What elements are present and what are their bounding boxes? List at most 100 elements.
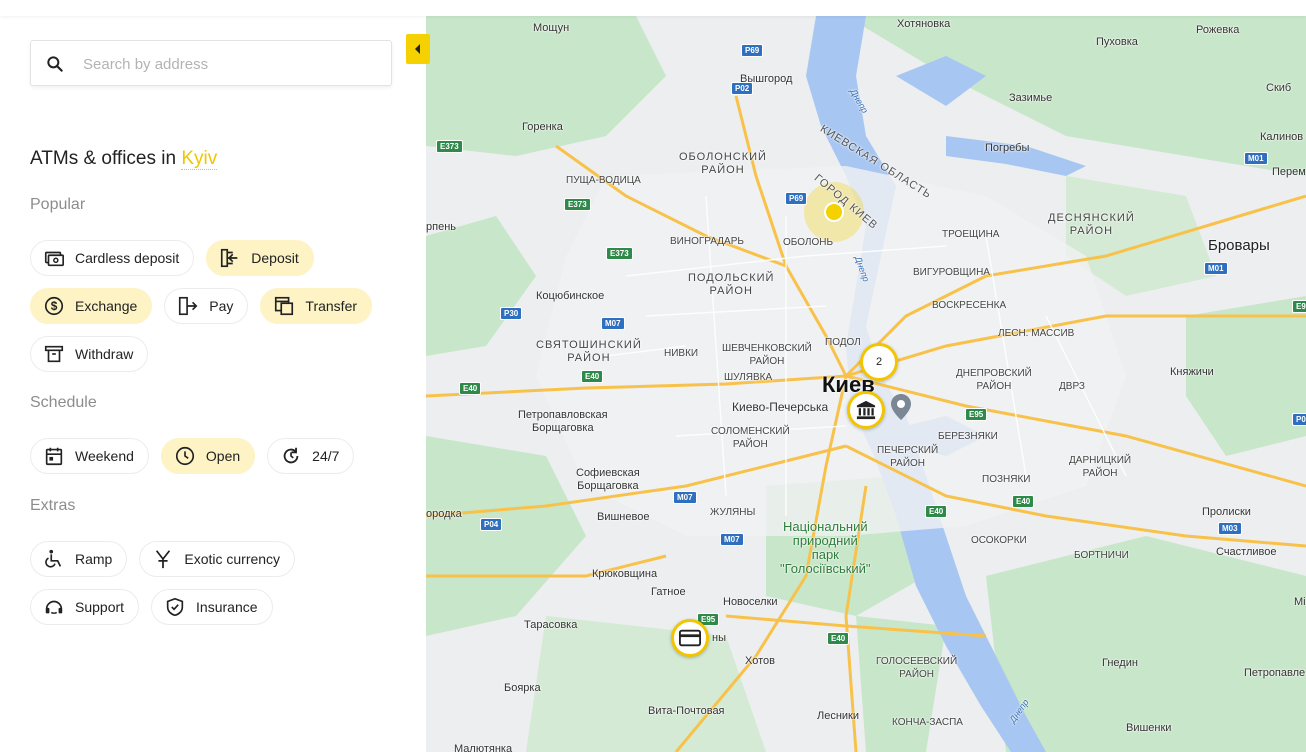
district-label: ТРОЕЩИНА — [942, 229, 1000, 240]
search-input[interactable] — [81, 41, 385, 87]
map-label: Калинов — [1260, 131, 1304, 143]
filter-group-popular: Cardless deposit Deposit $ Exchange Pay … — [30, 240, 410, 372]
page-title-prefix: ATMs & offices in — [30, 148, 177, 169]
section-label-popular: Popular — [30, 196, 86, 213]
transfer-icon — [273, 295, 295, 317]
district-label: ОБОЛОНЬ — [783, 237, 834, 248]
filter-chip-ramp[interactable]: Ramp — [30, 541, 128, 577]
forest-area — [426, 16, 666, 156]
district-label: ДНЕПРОВСКИЙ РАЙОН — [956, 368, 1032, 392]
road-shield: E40 — [1012, 495, 1035, 508]
map-label: ны — [712, 632, 726, 644]
map-label: Хотов — [745, 655, 775, 667]
filter-group-schedule: Weekend Open 24/7 — [30, 438, 410, 474]
forest-area — [526, 616, 766, 752]
map-label: Mi — [1294, 596, 1306, 608]
map-label: Бровары — [1208, 237, 1270, 254]
map-label: Княжичи — [1170, 366, 1214, 378]
forest-area — [426, 436, 586, 636]
map-label: Погребы — [985, 142, 1030, 154]
map-label: Гнедин — [1102, 657, 1138, 669]
dollar-circle-icon: $ — [43, 295, 65, 317]
district-label: СОЛОМЕНСКИЙ РАЙОН — [711, 426, 790, 450]
map-label: Новоселки — [723, 596, 778, 608]
map-label: Мощун — [533, 22, 570, 34]
filter-chip-insurance[interactable]: Insurance — [151, 589, 273, 625]
filter-chip-label: Transfer — [305, 298, 358, 314]
filter-chip-exchange[interactable]: $ Exchange — [30, 288, 153, 324]
district-label: ВОСКРЕСЕНКА — [932, 300, 1007, 311]
map-label: Пролиски — [1202, 506, 1251, 518]
office-marker[interactable] — [847, 391, 885, 429]
map-label: Малютянка — [454, 743, 513, 752]
district-label: ВИНОГРАДАРЬ — [670, 236, 744, 247]
map-label: Коцюбинское — [536, 290, 605, 302]
district-label: ПУЩА-ВОДИЦА — [566, 175, 641, 186]
district-label: КОНЧА-ЗАСПА — [892, 717, 963, 728]
road-shield: P30 — [500, 307, 523, 320]
shield-check-icon — [164, 596, 186, 618]
district-label: ДВРЗ — [1059, 381, 1085, 392]
sidebar-panel: ATMs & offices in Kyiv Popular Cardless … — [0, 16, 426, 752]
filter-chip-24-7[interactable]: 24/7 — [267, 438, 355, 474]
district-label: ШЕВЧЕНКОВСКИЙ РАЙОН — [722, 343, 812, 367]
filter-chip-open[interactable]: Open — [160, 438, 256, 474]
filter-chip-label: Deposit — [251, 250, 299, 266]
bank-building-icon — [856, 400, 876, 420]
map-label: Тарасовка — [524, 619, 578, 631]
page-title: ATMs & offices in Kyiv — [30, 148, 218, 170]
filter-chip-deposit[interactable]: Deposit — [206, 240, 314, 276]
search-icon[interactable] — [45, 54, 65, 74]
filter-chip-exotic-currency[interactable]: Exotic currency — [139, 541, 296, 577]
filter-chip-support[interactable]: Support — [30, 589, 140, 625]
yen-icon — [152, 548, 174, 570]
filter-chip-pay[interactable]: Pay — [164, 288, 249, 324]
map-label: Софиевская Борщаговка — [576, 467, 640, 492]
road-shield: E373 — [564, 198, 591, 211]
road-shield: E40 — [925, 505, 948, 518]
map-label: Петропавловская Борщаговка — [518, 409, 608, 434]
district-label: ОСОКОРКИ — [971, 535, 1027, 546]
atm-cluster-marker[interactable]: 2 — [860, 343, 898, 381]
road-shield: E40 — [459, 382, 482, 395]
filter-chip-weekend[interactable]: Weekend — [30, 438, 149, 474]
map-view[interactable]: Мощун Хотяновка Пуховка Рожевка Скиб Выш… — [426, 16, 1306, 752]
filter-chip-withdraw[interactable]: Withdraw — [30, 336, 149, 372]
filter-chip-label: Weekend — [75, 448, 134, 464]
forest-area — [986, 536, 1306, 752]
road-shield: P03 — [1292, 413, 1306, 426]
road-shield: P04 — [480, 518, 503, 531]
road-shield: M01 — [1244, 152, 1268, 165]
search-box — [30, 40, 392, 87]
map-label: Зазимье — [1009, 92, 1053, 104]
filter-chip-cardless-deposit[interactable]: Cardless deposit — [30, 240, 195, 276]
collapse-panel-button[interactable] — [406, 34, 430, 64]
filter-chip-transfer[interactable]: Transfer — [260, 288, 373, 324]
forest-area — [426, 216, 536, 356]
city-selector-link[interactable]: Kyiv — [181, 148, 218, 170]
pay-icon — [177, 295, 199, 317]
deposit-icon — [219, 247, 241, 269]
map-label: Пуховка — [1096, 36, 1138, 48]
map-label: Вита-Почтовая — [648, 705, 725, 717]
map-label: Перемо — [1272, 166, 1306, 178]
road-shield: E40 — [827, 632, 850, 645]
map-label: Петропавле — [1244, 667, 1306, 679]
road-shield: E373 — [606, 247, 633, 260]
filter-chip-label: Insurance — [196, 599, 258, 615]
place-pin-icon[interactable] — [890, 393, 912, 421]
headset-icon — [43, 596, 65, 618]
filter-chip-label: Ramp — [75, 551, 113, 567]
district-label: ПОДОЛ — [825, 337, 861, 348]
road-shield: E40 — [581, 370, 604, 383]
road-shield: M01 — [1204, 262, 1228, 275]
section-label-extras: Extras — [30, 497, 76, 514]
district-label: БОРТНИЧИ — [1074, 550, 1129, 561]
road-shield: P02 — [731, 82, 754, 95]
district-label: СВЯТОШИНСКИЙ РАЙОН — [536, 339, 642, 364]
map-label: ородка — [426, 508, 462, 520]
road-shield: P69 — [785, 192, 808, 205]
atm-marker[interactable] — [671, 619, 709, 657]
map-label: Счастливое — [1216, 546, 1277, 558]
district-label: НИВКИ — [664, 348, 699, 359]
